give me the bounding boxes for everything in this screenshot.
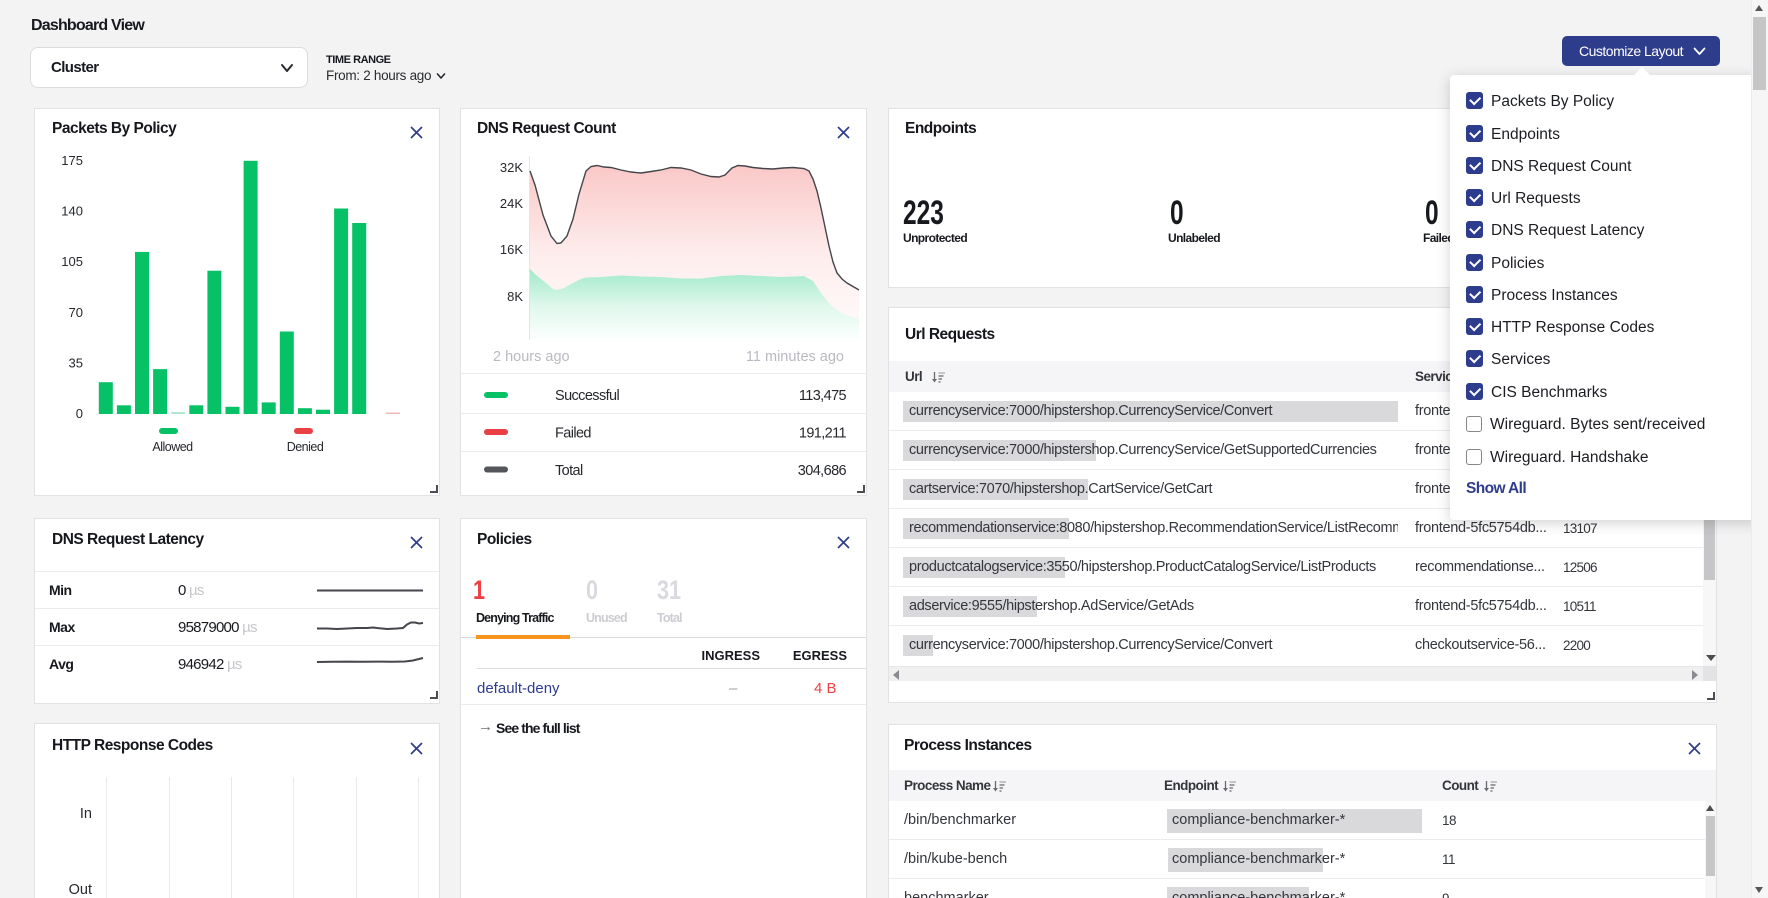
svg-text:191,211: 191,211 bbox=[799, 426, 847, 442]
svg-text:Successful: Successful bbox=[555, 388, 619, 404]
svg-text:Allowed: Allowed bbox=[152, 440, 193, 454]
svg-text:In: In bbox=[80, 806, 92, 822]
svg-text:11 minutes ago: 11 minutes ago bbox=[746, 349, 844, 365]
svg-text:Total: Total bbox=[555, 463, 583, 479]
svg-text:105: 105 bbox=[61, 254, 83, 269]
svg-text:2 hours ago: 2 hours ago bbox=[493, 349, 570, 365]
svg-text:16K: 16K bbox=[500, 242, 523, 257]
svg-text:Denied: Denied bbox=[287, 440, 324, 454]
svg-text:35: 35 bbox=[69, 356, 83, 371]
svg-text:175: 175 bbox=[61, 153, 83, 168]
svg-text:140: 140 bbox=[61, 204, 83, 219]
svg-text:24K: 24K bbox=[500, 196, 523, 211]
svg-text:113,475: 113,475 bbox=[799, 388, 847, 404]
svg-text:Failed: Failed bbox=[555, 426, 591, 442]
svg-text:8K: 8K bbox=[507, 289, 523, 304]
svg-text:Out: Out bbox=[69, 882, 92, 898]
svg-text:32K: 32K bbox=[500, 160, 523, 175]
svg-text:304,686: 304,686 bbox=[798, 463, 847, 479]
svg-text:70: 70 bbox=[69, 305, 83, 320]
svg-text:0: 0 bbox=[76, 406, 83, 421]
